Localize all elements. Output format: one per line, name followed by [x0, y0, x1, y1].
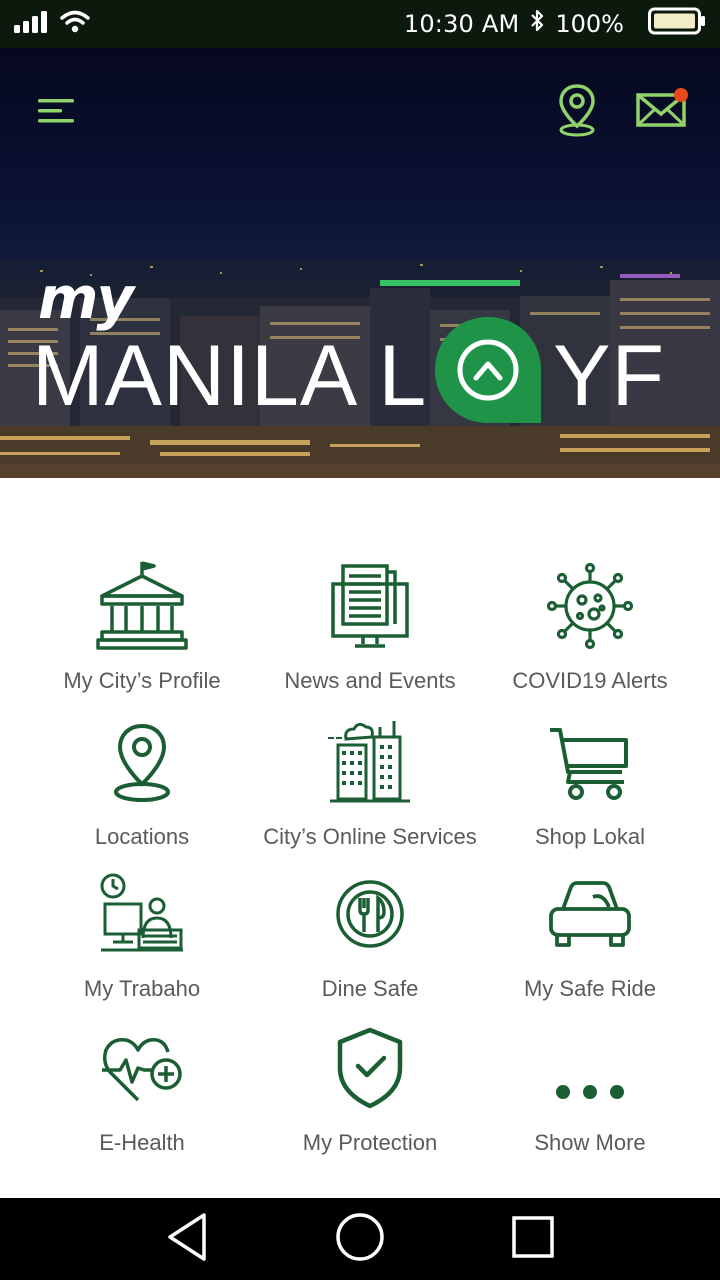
tile-label: My Protection	[302, 1130, 438, 1155]
tile-label: News and Events	[284, 668, 456, 693]
back-button[interactable]	[152, 1204, 222, 1274]
tile-label: E-Health	[99, 1130, 185, 1155]
tile-label: Locations	[94, 824, 190, 849]
tile-my-protection[interactable]: My Protection	[250, 1020, 490, 1170]
tile-shop-lokal[interactable]: Shop Lokal	[470, 714, 710, 864]
mail-button[interactable]	[628, 84, 694, 140]
plate-cutlery-icon	[320, 866, 420, 962]
car-icon	[540, 866, 640, 962]
brand-logo-icon	[429, 311, 547, 429]
tile-label: Shop Lokal	[534, 824, 646, 849]
system-navigation-bar	[0, 1198, 720, 1280]
app-screen: 10:30 AM 100% my MANILA L YF My City’s P…	[0, 0, 720, 1280]
buildings-icon	[320, 714, 420, 810]
status-time: 10:30 AM	[403, 10, 520, 38]
location-icon	[92, 714, 192, 810]
brand-left-text: MANILA L	[32, 328, 428, 424]
battery-icon	[648, 7, 706, 41]
tile-covid-alerts[interactable]: COVID19 Alerts	[470, 558, 710, 708]
recents-button[interactable]	[498, 1204, 568, 1274]
tile-dine-safe[interactable]: Dine Safe	[250, 866, 490, 1016]
home-icon	[334, 1211, 386, 1267]
tile-news-events[interactable]: News and Events	[250, 558, 490, 708]
menu-button[interactable]	[28, 88, 84, 138]
location-button[interactable]	[548, 82, 606, 142]
more-dots-icon	[540, 1020, 640, 1116]
tile-label: My Safe Ride	[523, 976, 657, 1001]
tile-my-trabaho[interactable]: My Trabaho	[22, 866, 262, 1016]
city-hall-icon	[92, 558, 192, 654]
virus-icon	[540, 558, 640, 654]
signal-icon	[14, 11, 48, 37]
worker-desk-icon	[92, 866, 192, 962]
newspaper-icon	[320, 558, 420, 654]
brand-my-text: my	[38, 264, 134, 332]
bluetooth-icon	[529, 8, 545, 40]
tile-label: City’s Online Services	[263, 824, 477, 849]
tile-label: COVID19 Alerts	[512, 668, 668, 693]
battery-percent: 100%	[555, 10, 624, 38]
tile-locations[interactable]: Locations	[22, 714, 262, 864]
tile-show-more[interactable]: Show More	[470, 1020, 710, 1170]
location-pin-icon	[555, 82, 599, 142]
wifi-icon	[60, 10, 90, 38]
heart-pulse-icon	[92, 1020, 192, 1116]
hero-banner: my MANILA L YF	[0, 48, 720, 478]
services-grid: My City’s Profile News and Events COVID1…	[0, 540, 720, 1170]
tile-e-health[interactable]: E-Health	[22, 1020, 262, 1170]
tile-label: My Trabaho	[83, 976, 201, 1001]
tile-safe-ride[interactable]: My Safe Ride	[470, 866, 710, 1016]
status-bar: 10:30 AM 100%	[0, 0, 720, 48]
tile-label: Dine Safe	[321, 976, 419, 1001]
tile-online-services[interactable]: City’s Online Services	[250, 714, 490, 864]
home-button[interactable]	[325, 1204, 395, 1274]
tile-city-profile[interactable]: My City’s Profile	[22, 558, 262, 708]
shopping-cart-icon	[540, 714, 640, 810]
tile-label: Show More	[534, 1130, 646, 1155]
shield-check-icon	[320, 1020, 420, 1116]
back-icon	[164, 1211, 210, 1267]
menu-icon	[36, 96, 76, 130]
brand-wordmark: MANILA L YF	[32, 317, 666, 426]
tile-label: My City’s Profile	[63, 668, 221, 693]
recents-icon	[509, 1213, 557, 1265]
notification-badge	[674, 88, 688, 102]
brand-right-text: YF	[553, 328, 666, 424]
